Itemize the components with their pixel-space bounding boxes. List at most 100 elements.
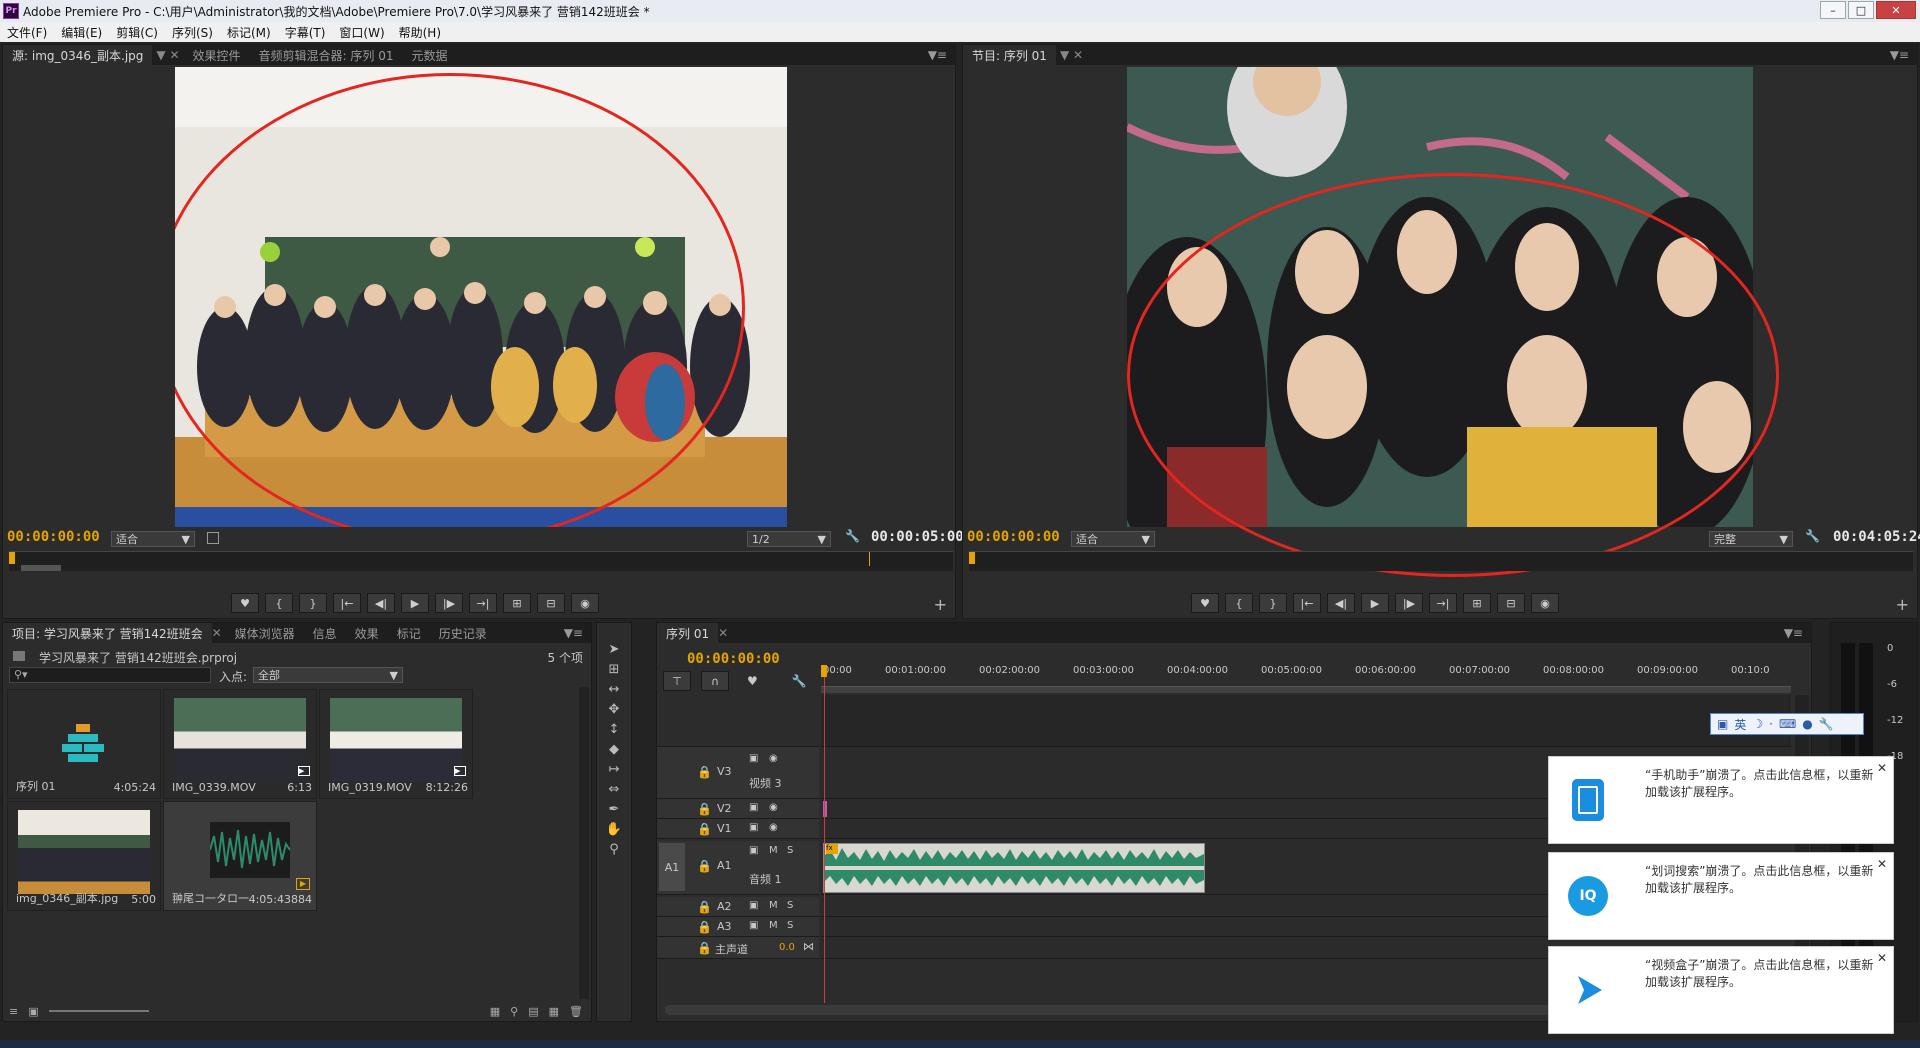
sync-lock-icon[interactable]: ▣ — [749, 802, 758, 813]
mark-in-button[interactable]: { — [1225, 593, 1253, 613]
menu-sequence[interactable]: 序列(S) — [165, 24, 220, 41]
lock-icon[interactable]: 🔒 — [697, 941, 712, 955]
step-forward-button[interactable]: |▶ — [435, 593, 463, 613]
menu-title[interactable]: 字幕(T) — [278, 24, 333, 41]
source-patch-a1[interactable]: A1 — [659, 843, 685, 891]
track-select-tool-icon[interactable]: ⊞ — [603, 659, 625, 679]
work-area-bar[interactable] — [821, 687, 1791, 693]
track-label-v2[interactable]: V2 — [717, 802, 732, 815]
crash-notification[interactable]: “手机助手”崩溃了。点击此信息框，以重新加载该扩展程序。 ✕ — [1548, 756, 1894, 844]
close-notification-icon[interactable]: ✕ — [1877, 761, 1887, 775]
project-item[interactable]: ▶ IMG_0339.MOV 6:13 — [163, 689, 317, 799]
add-marker-button[interactable]: ♥ — [1191, 593, 1219, 613]
extract-button[interactable]: ⊟ — [1497, 593, 1525, 613]
solo-button[interactable]: S — [787, 900, 793, 911]
panel-menu-icon[interactable]: ▼≡ — [928, 48, 947, 62]
lock-icon[interactable]: 🔒 — [697, 920, 712, 934]
source-fit-dropdown[interactable]: 适合 ▼ — [111, 531, 195, 547]
lock-icon[interactable]: 🔒 — [697, 822, 712, 836]
menu-edit[interactable]: 编辑(E) — [54, 24, 109, 41]
export-frame-button[interactable]: ◉ — [1531, 593, 1559, 613]
eye-icon[interactable]: ◉ — [769, 753, 778, 764]
tab-metadata[interactable]: 元数据 — [403, 45, 457, 65]
razor-tool-icon[interactable]: ◆ — [603, 739, 625, 759]
settings-wrench-icon[interactable]: 🔧 — [1805, 529, 1820, 543]
tab-markers[interactable]: 标记 — [388, 623, 430, 643]
go-to-out-button[interactable]: →| — [1429, 593, 1457, 613]
source-time-ruler[interactable] — [9, 551, 953, 571]
close-notification-icon[interactable]: ✕ — [1877, 857, 1887, 871]
program-time-ruler[interactable] — [969, 551, 1913, 571]
step-back-button[interactable]: ◀| — [367, 593, 395, 613]
go-to-in-button[interactable]: |← — [1293, 593, 1321, 613]
tab-sequence[interactable]: 序列 01 — [657, 623, 719, 643]
ime-lang-toggle[interactable]: 英 — [1734, 716, 1746, 733]
project-scrollbar[interactable] — [579, 687, 589, 999]
zoom-slider[interactable] — [48, 1010, 149, 1012]
audio-sync-icon[interactable]: ▣ — [749, 920, 758, 931]
source-resolution-dropdown[interactable]: 1/2 ▼ — [747, 531, 831, 547]
track-label-a1[interactable]: A1 — [717, 859, 732, 872]
menu-window[interactable]: 窗口(W) — [332, 24, 391, 41]
new-item-icon[interactable]: ▦ — [549, 1005, 559, 1018]
mute-button[interactable]: M — [769, 920, 778, 931]
rate-stretch-tool-icon[interactable]: ↕ — [603, 719, 625, 739]
project-item[interactable]: ▶ 翀尾コ一タロ一 4:05:43884 — [163, 801, 317, 911]
export-frame-icon[interactable] — [207, 532, 219, 544]
slip-tool-icon[interactable]: ↦ — [603, 759, 625, 779]
mute-button[interactable]: M — [769, 900, 778, 911]
crash-notification[interactable]: “视频盒子”崩溃了。点击此信息框，以重新加载该扩展程序。 ✕ — [1548, 946, 1894, 1034]
mark-out-button[interactable]: } — [299, 593, 327, 613]
close-notification-icon[interactable]: ✕ — [1877, 951, 1887, 965]
lock-icon[interactable]: 🔒 — [697, 859, 712, 873]
pen-tool-icon[interactable]: ✒ — [603, 799, 625, 819]
track-label-a2[interactable]: A2 — [717, 900, 732, 913]
tab-history[interactable]: 历史记录 — [430, 623, 496, 643]
sync-lock-icon[interactable]: ▣ — [749, 822, 758, 833]
project-item[interactable]: ▶ IMG_0319.MOV 8:12:26 — [319, 689, 473, 799]
go-to-in-button[interactable]: |← — [333, 593, 361, 613]
timeline-settings-icon[interactable]: 🔧 — [792, 674, 807, 688]
program-playhead[interactable] — [969, 552, 975, 564]
new-bin-icon[interactable]: ▤ — [528, 1005, 538, 1018]
audio-sync-icon[interactable]: ▣ — [749, 845, 758, 856]
lock-icon[interactable]: 🔒 — [697, 802, 712, 816]
close-button[interactable]: ✕ — [1876, 1, 1916, 19]
track-label-v3[interactable]: V3 — [717, 765, 732, 778]
timeline-ruler[interactable]: 00:00 00:01:00:00 00:02:00:00 00:03:00:0… — [821, 663, 1791, 687]
go-to-out-button[interactable]: →| — [469, 593, 497, 613]
ime-punct-icon[interactable]: · — [1769, 717, 1773, 731]
mute-button[interactable]: M — [769, 845, 778, 856]
add-button-icon[interactable]: + — [1896, 595, 1909, 614]
audio-sync-icon[interactable]: ▣ — [749, 900, 758, 911]
add-marker-button[interactable]: ♥ — [231, 593, 259, 613]
source-timecode-in[interactable]: 00:00:00:00 — [7, 529, 100, 545]
crash-notification[interactable]: IQ “划词搜索”崩溃了。点击此信息框，以重新加载该扩展程序。 ✕ — [1548, 852, 1894, 940]
track-label-a3[interactable]: A3 — [717, 920, 732, 933]
ime-settings-icon[interactable]: 🔧 — [1819, 717, 1834, 731]
source-zoom-bar[interactable] — [21, 565, 61, 571]
timeline-timecode[interactable]: 00:00:00:00 — [687, 651, 780, 667]
tab-project[interactable]: 项目: 学习风暴来了 营销142班班会 — [3, 623, 212, 643]
mark-out-button[interactable]: } — [1259, 593, 1287, 613]
hand-tool-icon[interactable]: ✋ — [603, 819, 625, 839]
menu-file[interactable]: 文件(F) — [0, 24, 54, 41]
tab-audio-mixer[interactable]: 音频剪辑混合器: 序列 01 — [250, 45, 403, 65]
ime-keyboard-icon[interactable]: ⌨ — [1779, 717, 1796, 731]
project-item[interactable]: img_0346_副本.jpg 5:00 — [7, 801, 161, 911]
add-marker-icon[interactable]: ♥ — [747, 674, 758, 688]
tab-program[interactable]: 节目: 序列 01 — [963, 45, 1056, 65]
insert-button[interactable]: ⊞ — [503, 593, 531, 613]
zoom-tool-icon[interactable]: ⚲ — [603, 839, 625, 859]
sync-lock-icon[interactable]: ▣ — [749, 753, 758, 764]
play-button[interactable]: ▶ — [1361, 593, 1389, 613]
ime-user-icon[interactable]: ● — [1802, 717, 1812, 731]
eye-icon[interactable]: ◉ — [769, 802, 778, 813]
track-label-v1[interactable]: V1 — [717, 822, 732, 835]
panel-menu-icon[interactable]: ▼≡ — [1784, 626, 1803, 640]
tab-effect-controls[interactable]: 效果控件 — [184, 45, 250, 65]
program-quality-dropdown[interactable]: 完整 ▼ — [1709, 531, 1793, 547]
step-forward-button[interactable]: |▶ — [1395, 593, 1423, 613]
project-item[interactable]: 序列 01 4:05:24 — [7, 689, 161, 799]
automate-icon[interactable]: ▦ — [490, 1005, 500, 1018]
